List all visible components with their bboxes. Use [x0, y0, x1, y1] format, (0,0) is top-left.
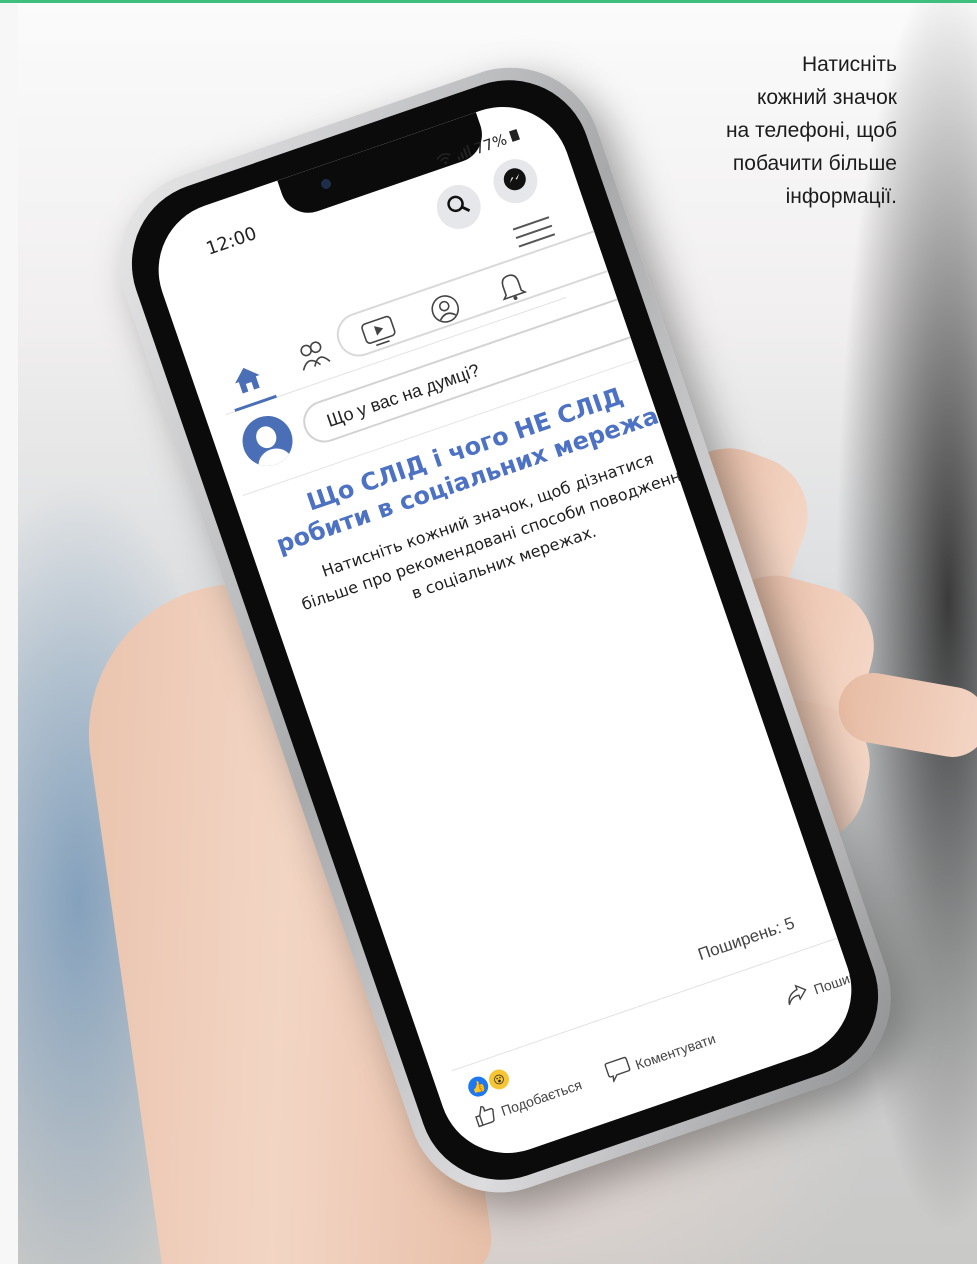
comment-label: Коментувати	[633, 1029, 718, 1073]
instruction-line: на телефоні, щоб	[725, 119, 897, 142]
comment-button[interactable]: Коментувати	[603, 1026, 719, 1087]
home-icon	[229, 361, 268, 401]
comment-icon	[603, 1055, 634, 1086]
like-reaction-icon: 👍	[465, 1073, 491, 1100]
wow-reaction-icon: 😮	[486, 1066, 512, 1093]
friends-icon	[293, 336, 334, 377]
instruction-line: Натисніть	[801, 53, 897, 76]
avatar	[235, 409, 300, 473]
thumbs-up-icon	[471, 1101, 500, 1132]
tab-friends[interactable]	[286, 330, 341, 382]
tab-home[interactable]	[220, 353, 277, 412]
search-icon	[444, 191, 473, 223]
instruction-line: кожний значок	[756, 86, 897, 109]
instruction-line: інформації.	[785, 185, 897, 208]
reactions[interactable]: 👍 😮	[465, 1066, 512, 1100]
battery-icon	[508, 126, 521, 146]
instruction-text: Натисніть кожний значок на телефоні, щоб…	[637, 48, 897, 213]
search-button[interactable]	[430, 179, 487, 235]
camera-icon	[319, 177, 333, 191]
top-accent-bar	[0, 0, 977, 3]
left-margin	[0, 0, 18, 1264]
messenger-icon	[500, 164, 532, 198]
share-icon	[782, 981, 812, 1011]
like-label: Подобається	[498, 1075, 584, 1119]
messenger-button[interactable]	[487, 153, 544, 210]
share-button[interactable]: Поширити	[782, 957, 870, 1010]
share-label: Поширити	[811, 960, 870, 998]
status-time: 12:00	[203, 222, 260, 260]
instruction-line: побачити більше	[732, 152, 897, 175]
